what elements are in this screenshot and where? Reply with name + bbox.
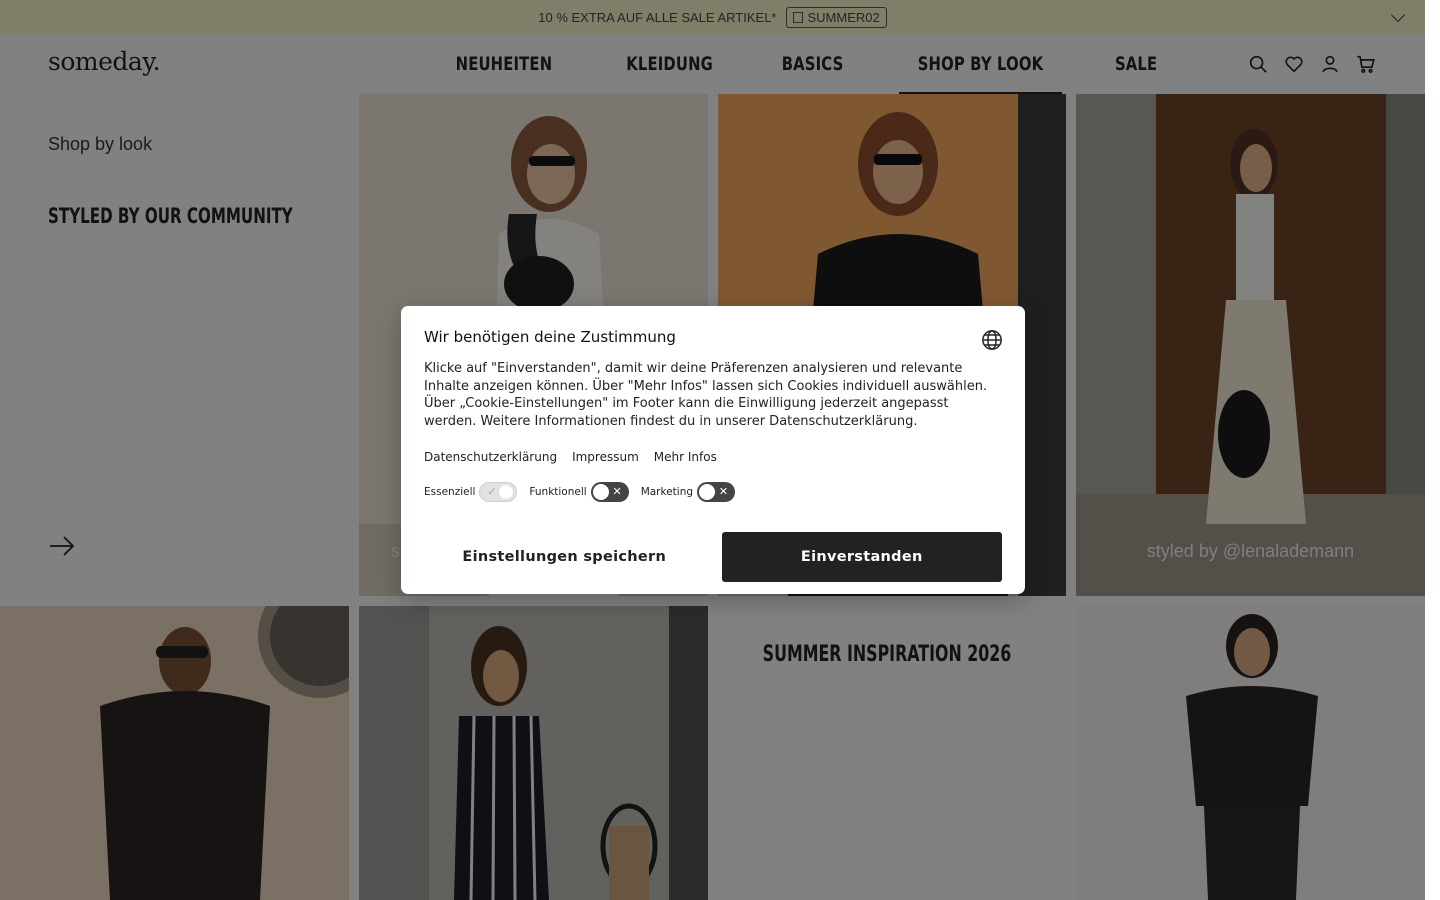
- close-icon: ✕: [612, 485, 622, 498]
- toggle-label: Marketing: [640, 486, 694, 498]
- toggle-label: Funktionell: [529, 486, 587, 498]
- cookie-consent-dialog: Wir benötigen deine Zustimmung Klicke au…: [401, 306, 1025, 594]
- close-icon: ✕: [718, 485, 729, 498]
- marketing-switch[interactable]: ✕: [697, 482, 736, 502]
- consent-title: Wir benötigen deine Zustimmung: [424, 328, 676, 346]
- link-mehr-infos[interactable]: Mehr Infos: [654, 450, 717, 464]
- funktionell-switch[interactable]: ✕: [590, 482, 629, 502]
- switch-knob: [498, 484, 515, 500]
- scrollbar-track[interactable]: [1425, 0, 1440, 900]
- check-icon: ✓: [487, 485, 497, 498]
- toggle-label: Essenziell: [424, 486, 476, 498]
- globe-icon[interactable]: [981, 329, 1003, 351]
- toggle-funktionell[interactable]: Funktionell ✕: [529, 482, 629, 502]
- consent-toggles: Essenziell ✓ Funktionell ✕ Marketing ✕: [424, 482, 1002, 502]
- switch-knob: [699, 484, 716, 500]
- link-impressum[interactable]: Impressum: [572, 450, 639, 464]
- consent-buttons: Einstellungen speichern Einverstanden: [424, 532, 1002, 582]
- link-datenschutz[interactable]: Datenschutzerklärung: [424, 450, 557, 464]
- switch-knob: [592, 484, 609, 500]
- consent-body: Klicke auf "Einverstanden", damit wir de…: [424, 361, 988, 429]
- save-settings-button[interactable]: Einstellungen speichern: [424, 532, 705, 582]
- essenziell-switch: ✓: [479, 482, 518, 502]
- consent-links: Datenschutzerklärung Impressum Mehr Info…: [424, 450, 1002, 464]
- accept-button[interactable]: Einverstanden: [721, 532, 1002, 582]
- toggle-essenziell: Essenziell ✓: [424, 482, 518, 502]
- toggle-marketing[interactable]: Marketing ✕: [640, 482, 736, 502]
